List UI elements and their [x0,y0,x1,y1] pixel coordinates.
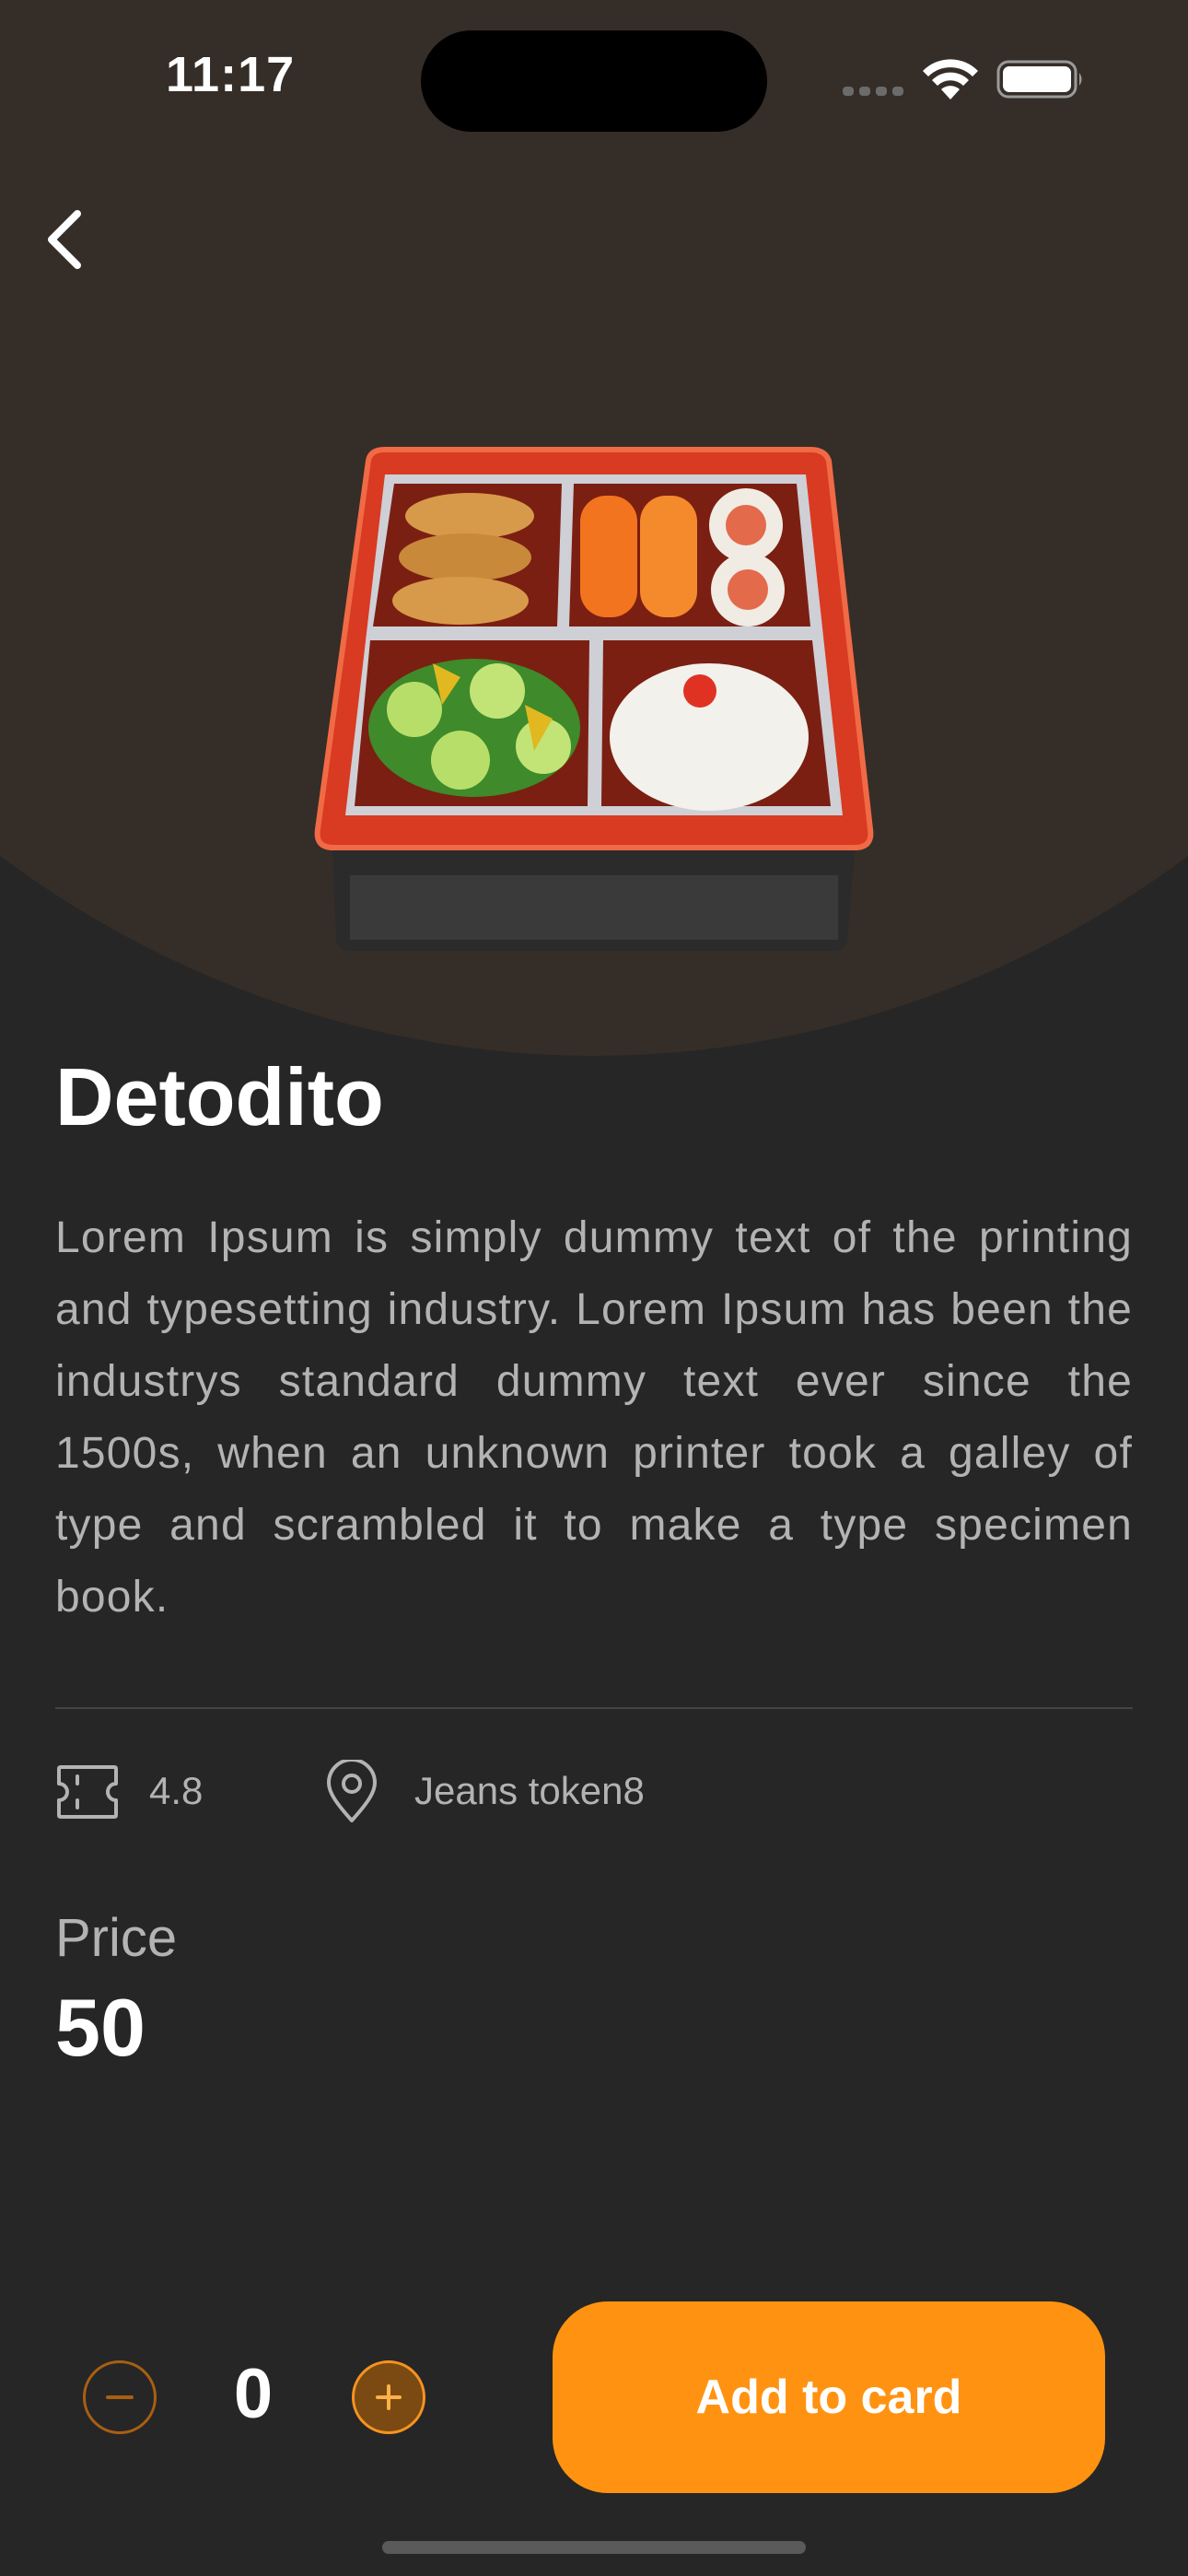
ticket-icon [57,1765,118,1819]
product-description: Lorem Ipsum is simply dummy text of the … [55,1213,1133,1622]
back-button[interactable] [28,198,101,281]
quantity-value: 0 [233,2355,274,2433]
price-value: 50 [55,1982,146,2073]
wifi-icon [923,59,978,100]
divider [55,1707,1133,1709]
add-to-cart-label: Add to card [695,2371,962,2424]
rating-value: 4.8 [149,1769,204,1812]
location-pin-icon [327,1760,377,1822]
plus-icon [376,2384,402,2410]
meta-row: 4.8 Jeans token8 [55,1760,1133,1824]
decrease-quantity-button[interactable] [83,2360,157,2434]
dynamic-island [421,30,767,132]
product-title: Detodito [55,1051,384,1142]
add-to-cart-button[interactable]: Add to card [553,2301,1105,2493]
minus-icon [106,2395,134,2399]
home-indicator[interactable] [382,2541,806,2554]
status-time: 11:17 [166,47,296,102]
product-detail-screen: 11:17 Detodito Lorem Ipsum is simply dum… [0,0,1188,2576]
increase-quantity-button[interactable] [352,2360,425,2434]
location-text: Jeans token8 [414,1769,645,1812]
bento-box-icon [314,447,874,951]
price-label: Price [55,1908,178,1968]
chevron-left-icon [48,210,81,269]
battery-icon [996,60,1082,99]
signal-icon [843,87,903,96]
